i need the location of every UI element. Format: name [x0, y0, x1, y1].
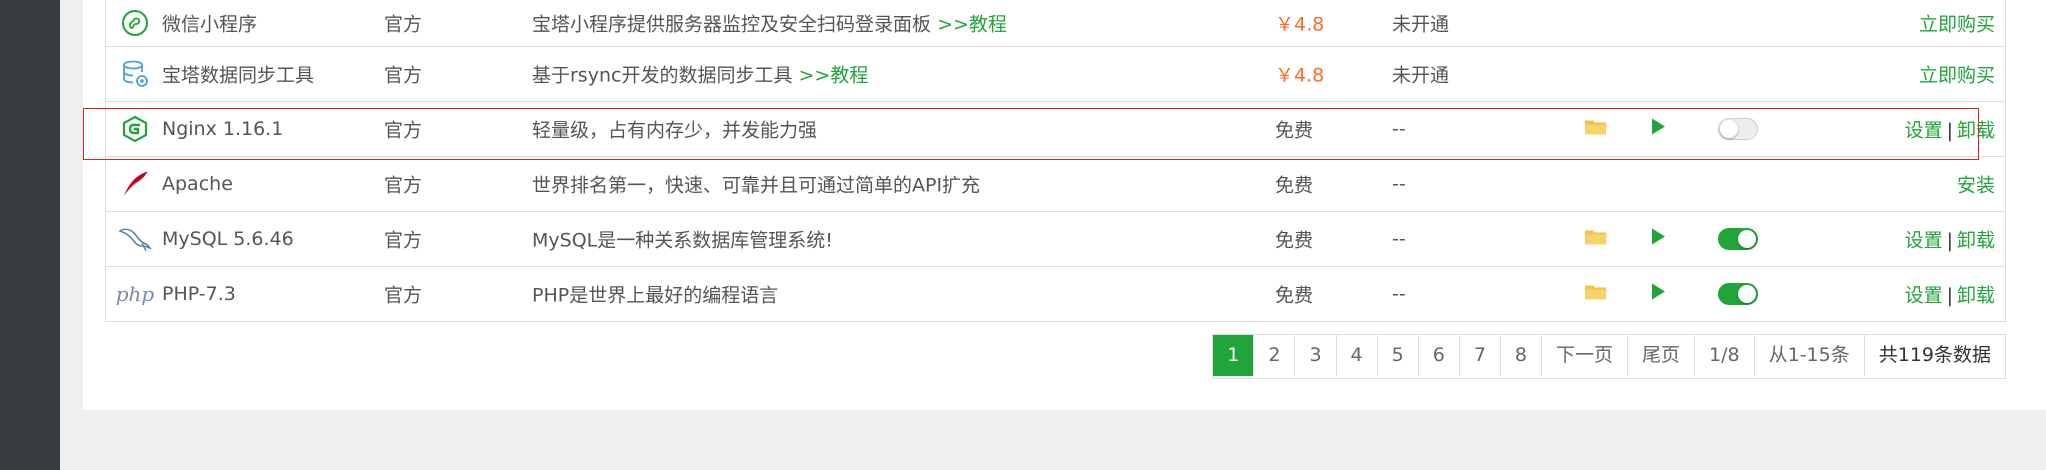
- page-4-button[interactable]: 4: [1337, 335, 1378, 376]
- tutorial-link[interactable]: >>教程: [799, 65, 869, 87]
- buy-now-link[interactable]: 立即购买: [1919, 61, 1995, 88]
- folder-icon[interactable]: [1584, 282, 1608, 307]
- page-3-button[interactable]: 3: [1295, 335, 1337, 376]
- action-separator: |: [1946, 284, 1953, 307]
- action-separator: |: [1946, 119, 1953, 142]
- software-description: PHP是世界上最好的编程语言: [532, 284, 779, 307]
- expiry-status: 未开通: [1392, 13, 1450, 36]
- toggle-knob: [1720, 120, 1738, 138]
- expiry-status: 未开通: [1392, 64, 1450, 87]
- software-name: PHP-7.3: [162, 283, 236, 305]
- page-6-button[interactable]: 6: [1419, 335, 1460, 376]
- expiry-status: --: [1392, 118, 1406, 140]
- software-price: 免费: [1275, 284, 1314, 307]
- wechat-mini-program-icon: [118, 6, 152, 40]
- software-description: 世界排名第一，快速、可靠并且可通过简单的API扩充: [532, 174, 981, 197]
- table-row: php PHP-7.3 官方 PHP是世界上最好的编程语言 免费 -- 设置 | 卸…: [106, 267, 2005, 322]
- table-row: Nginx 1.16.1 官方 轻量级，占有内存少，并发能力强 免费 -- 设置…: [106, 102, 2005, 157]
- software-price: ￥4.8: [1275, 13, 1325, 36]
- software-type: 官方: [384, 174, 423, 197]
- play-icon[interactable]: [1650, 118, 1666, 141]
- table-row: 宝塔数据同步工具 官方 基于rsync开发的数据同步工具 >>教程 ￥4.8 未…: [106, 47, 2005, 102]
- software-name: 宝塔数据同步工具: [162, 64, 315, 87]
- table-row: MySQL 5.6.46 官方 MySQL是一种关系数据库管理系统! 免费 --…: [106, 212, 2005, 267]
- database-sync-icon: [118, 57, 152, 91]
- table-row: Apache 官方 世界排名第一，快速、可靠并且可通过简单的API扩充 免费 -…: [106, 157, 2005, 212]
- install-link[interactable]: 安装: [1957, 171, 1995, 198]
- play-icon[interactable]: [1650, 283, 1666, 306]
- software-price: ￥4.8: [1275, 64, 1325, 87]
- apache-feather-icon: [118, 167, 152, 201]
- software-type: 官方: [384, 229, 423, 252]
- last-page-button[interactable]: 尾页: [1628, 335, 1696, 376]
- folder-icon[interactable]: [1584, 117, 1608, 142]
- home-display-toggle[interactable]: [1718, 118, 1758, 140]
- uninstall-link[interactable]: 卸载: [1957, 120, 1995, 142]
- row-actions: 设置 | 卸载: [1905, 281, 1995, 308]
- software-type: 官方: [384, 119, 423, 142]
- settings-link[interactable]: 设置: [1905, 285, 1943, 307]
- buy-now-link[interactable]: 立即购买: [1919, 10, 1995, 37]
- action-separator: |: [1946, 229, 1953, 252]
- row-actions: 设置 | 卸载: [1905, 116, 1995, 143]
- software-price: 免费: [1275, 119, 1314, 142]
- mysql-dolphin-icon: [118, 222, 152, 256]
- play-icon[interactable]: [1650, 228, 1666, 251]
- sidebar: [0, 0, 60, 470]
- software-type: 官方: [384, 284, 423, 307]
- software-name: Apache: [162, 173, 233, 195]
- next-page-button[interactable]: 下一页: [1542, 335, 1629, 376]
- record-range: 从1-15条: [1755, 335, 1865, 376]
- toggle-knob: [1738, 230, 1756, 248]
- toggle-track: [1718, 228, 1758, 250]
- page-2-button[interactable]: 2: [1254, 335, 1296, 376]
- software-price: 免费: [1275, 229, 1314, 252]
- software-description: 轻量级，占有内存少，并发能力强: [532, 119, 818, 142]
- table-row: 微信小程序 官方 宝塔小程序提供服务器监控及安全扫码登录面板 >>教程 ￥4.8…: [106, 0, 2005, 47]
- description-text: 基于rsync开发的数据同步工具: [532, 64, 793, 87]
- software-type: 官方: [384, 13, 423, 36]
- software-description: 宝塔小程序提供服务器监控及安全扫码登录面板 >>教程: [532, 10, 1007, 37]
- folder-icon[interactable]: [1584, 227, 1608, 252]
- software-description: MySQL是一种关系数据库管理系统!: [532, 229, 833, 252]
- row-actions: 设置 | 卸载: [1905, 226, 1995, 253]
- home-display-toggle[interactable]: [1718, 228, 1758, 250]
- expiry-status: --: [1392, 228, 1406, 250]
- software-name: Nginx 1.16.1: [162, 118, 284, 140]
- tutorial-link[interactable]: >>教程: [937, 14, 1007, 36]
- page-indicator: 1/8: [1695, 335, 1755, 376]
- page-8-button[interactable]: 8: [1501, 335, 1542, 376]
- toggle-knob: [1738, 285, 1756, 303]
- expiry-status: --: [1392, 283, 1406, 305]
- toggle-track: [1718, 118, 1758, 140]
- software-table: 微信小程序 官方 宝塔小程序提供服务器监控及安全扫码登录面板 >>教程 ￥4.8…: [105, 0, 2006, 322]
- software-price: 免费: [1275, 174, 1314, 197]
- software-name: 微信小程序: [162, 13, 258, 36]
- uninstall-link[interactable]: 卸载: [1957, 230, 1995, 252]
- toggle-track: [1718, 283, 1758, 305]
- software-type: 官方: [384, 64, 423, 87]
- settings-link[interactable]: 设置: [1905, 120, 1943, 142]
- home-display-toggle[interactable]: [1718, 283, 1758, 305]
- total-count: 共119条数据: [1878, 344, 1991, 366]
- expiry-status: --: [1392, 173, 1406, 195]
- pagination: 1 2 3 4 5 6 7 8 下一页 尾页 1/8 从1-15条 共119条数…: [1212, 334, 2006, 379]
- php-icon: php: [115, 282, 155, 306]
- software-description: 基于rsync开发的数据同步工具 >>教程: [532, 61, 868, 88]
- page-5-button[interactable]: 5: [1378, 335, 1419, 376]
- page-7-button[interactable]: 7: [1460, 335, 1501, 376]
- uninstall-link[interactable]: 卸载: [1957, 285, 1995, 307]
- page-1-button[interactable]: 1: [1213, 335, 1255, 376]
- description-text: 宝塔小程序提供服务器监控及安全扫码登录面板: [532, 13, 932, 36]
- nginx-icon: [118, 112, 152, 146]
- software-name: MySQL 5.6.46: [162, 228, 294, 250]
- settings-link[interactable]: 设置: [1905, 230, 1943, 252]
